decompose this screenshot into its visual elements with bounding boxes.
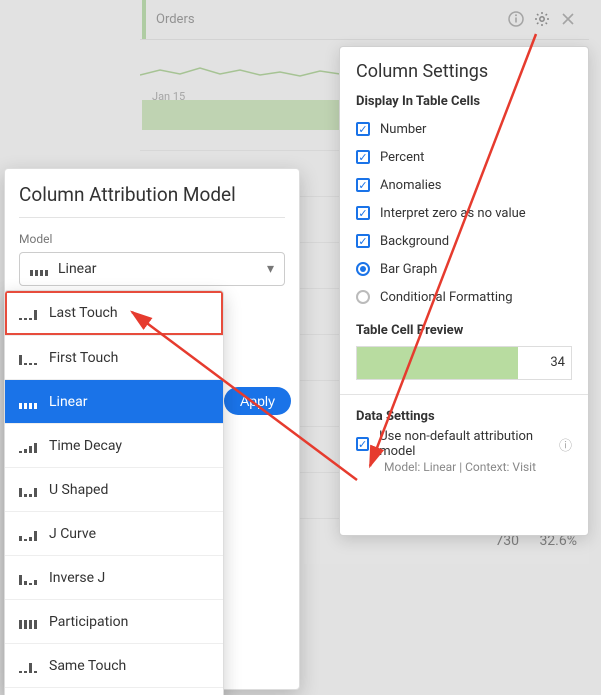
model-option-same[interactable]: Same Touch <box>5 643 223 687</box>
model-option-ushaped[interactable]: U Shaped <box>5 467 223 511</box>
opt-number[interactable]: ✓Number <box>356 115 572 143</box>
checkbox-icon: ✓ <box>356 150 370 164</box>
model-option-label: J Curve <box>49 526 96 542</box>
radio-icon <box>356 262 370 276</box>
apply-button[interactable]: Apply <box>224 387 291 415</box>
linear-icon <box>30 262 48 276</box>
model-option-first[interactable]: First Touch <box>5 335 223 379</box>
header-bar-fill <box>142 100 342 130</box>
info-icon[interactable]: ⓘ <box>559 435 572 454</box>
model-option-last[interactable]: Last Touch <box>5 291 223 335</box>
opt-cond-format[interactable]: Conditional Formatting <box>356 283 572 311</box>
model-option-label: Inverse J <box>49 570 105 586</box>
opt-interpret-zero[interactable]: ✓Interpret zero as no value <box>356 199 572 227</box>
model-option-linear[interactable]: Linear <box>5 379 223 423</box>
model-option-label: First Touch <box>49 350 118 366</box>
preview-value: 34 <box>550 355 565 370</box>
metric-color-tick <box>142 0 146 39</box>
jcurve-icon <box>19 527 37 541</box>
model-option-label: U Shaped <box>49 482 108 498</box>
model-option-time[interactable]: Time Decay <box>5 423 223 467</box>
gear-icon[interactable] <box>533 10 551 28</box>
model-dropdown: Last Touch First Touch Linear Time Decay U S… <box>4 290 224 695</box>
opt-anomalies[interactable]: ✓Anomalies <box>356 171 572 199</box>
checkbox-icon: ✓ <box>356 437 369 451</box>
checkbox-icon: ✓ <box>356 206 370 220</box>
section-display: Display In Table Cells <box>356 94 572 109</box>
opt-bar-graph[interactable]: Bar Graph <box>356 255 572 283</box>
model-option-part[interactable]: Participation <box>5 599 223 643</box>
settings-title: Column Settings <box>356 61 572 82</box>
model-option-label: Time Decay <box>49 438 122 454</box>
time-icon <box>19 439 37 453</box>
same-icon <box>19 659 37 673</box>
model-label: Model <box>19 232 285 246</box>
info-icon[interactable] <box>507 10 525 28</box>
section-preview: Table Cell Preview <box>356 323 572 338</box>
section-data: Data Settings <box>356 409 572 424</box>
last-icon <box>19 306 37 320</box>
radio-icon <box>356 290 370 304</box>
opt-background[interactable]: ✓Background <box>356 227 572 255</box>
opt-use-nondefault[interactable]: ✓ Use non-default attribution model ⓘ <box>356 430 572 458</box>
column-settings-panel: Column Settings Display In Table Cells ✓… <box>339 46 589 536</box>
model-option-label: Last Touch <box>49 305 118 321</box>
sparkline <box>140 60 340 85</box>
part-icon <box>19 615 37 629</box>
checkbox-icon: ✓ <box>356 178 370 192</box>
cell-preview: 34 <box>356 346 572 380</box>
metric-label: Orders <box>156 12 195 27</box>
model-option-custom[interactable]: Custom <box>5 687 223 695</box>
model-select-value: Linear <box>58 261 96 277</box>
model-option-label: Participation <box>49 614 128 630</box>
metric-header: Orders <box>140 0 589 40</box>
model-option-jcurve[interactable]: J Curve <box>5 511 223 555</box>
model-context-text: Model: Linear | Context: Visit <box>384 460 572 474</box>
invj-icon <box>19 571 37 585</box>
opt-percent[interactable]: ✓Percent <box>356 143 572 171</box>
model-select[interactable]: Linear ▾ <box>19 252 285 286</box>
linear-icon <box>19 395 37 409</box>
close-icon[interactable] <box>559 10 577 28</box>
checkbox-icon: ✓ <box>356 234 370 248</box>
model-option-invj[interactable]: Inverse J <box>5 555 223 599</box>
attribution-title: Column Attribution Model <box>19 183 285 207</box>
chevron-down-icon: ▾ <box>267 261 274 277</box>
model-option-label: Linear <box>49 394 87 410</box>
model-option-label: Same Touch <box>49 658 126 674</box>
first-icon <box>19 351 37 365</box>
checkbox-icon: ✓ <box>356 122 370 136</box>
ushaped-icon <box>19 483 37 497</box>
